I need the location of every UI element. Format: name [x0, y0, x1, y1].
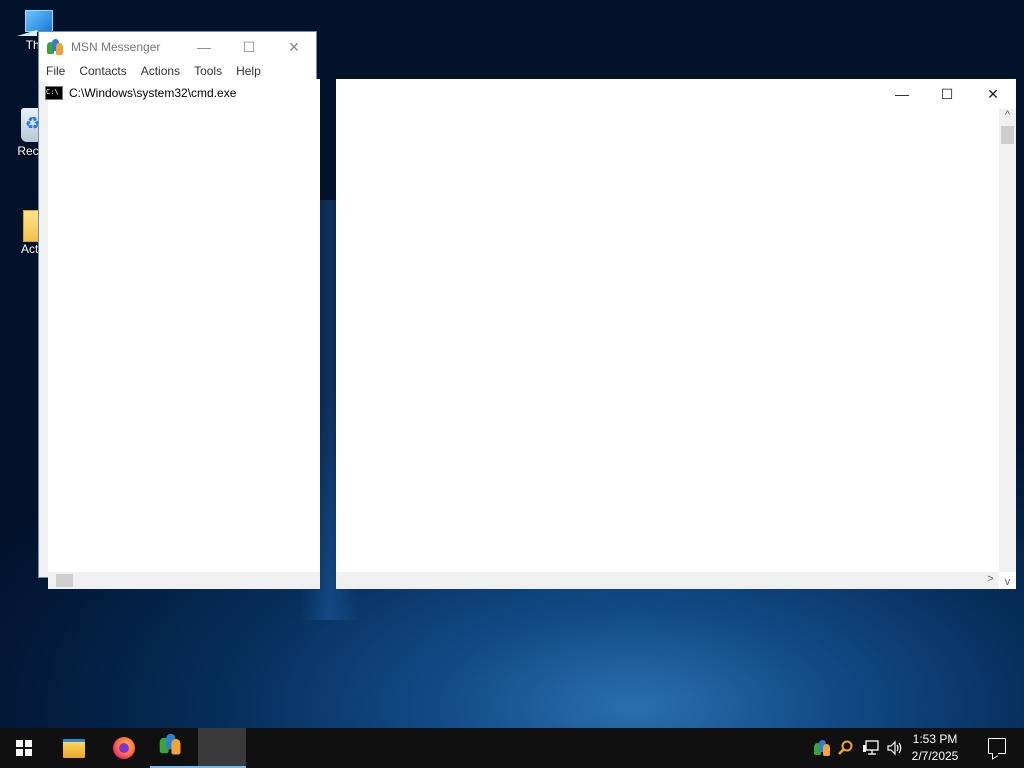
clock-date: 2/7/2025: [911, 749, 959, 763]
cmd-horizontal-scrollbar[interactable]: [48, 572, 320, 589]
vertical-scrollbar[interactable]: ^: [999, 109, 1016, 572]
windows-logo-icon: [16, 740, 32, 756]
minimize-button[interactable]: —: [879, 79, 925, 109]
taskbar-msn-messenger[interactable]: [150, 728, 198, 768]
close-button[interactable]: ✕: [970, 79, 1016, 109]
start-button[interactable]: [0, 728, 48, 768]
tray-msn-icon[interactable]: [814, 728, 830, 768]
msn-buddy-icon: [814, 740, 830, 756]
taskbar-file-explorer[interactable]: [50, 728, 98, 768]
taskbar: 1:53 PM 2/7/2025: [0, 728, 1024, 768]
window-title: C:\Windows\system32\cmd.exe: [69, 86, 237, 100]
notification-center-icon[interactable]: [988, 738, 1006, 754]
scrollbar-thumb[interactable]: [56, 574, 73, 587]
scrollbar-thumb[interactable]: [1001, 126, 1014, 144]
blank-window-titlebar[interactable]: — ☐ ✕: [336, 79, 1016, 109]
cmd-titlebar[interactable]: C:\ C:\Windows\system32\cmd.exe: [45, 79, 320, 107]
scroll-right-arrow[interactable]: >: [982, 573, 999, 585]
taskbar-cmd[interactable]: [198, 728, 246, 768]
tray-volume-icon[interactable]: [886, 728, 904, 768]
blank-window[interactable]: — ☐ ✕ ^ > v: [336, 79, 1016, 589]
file-explorer-icon: [63, 738, 85, 758]
clock-time: 1:53 PM: [912, 732, 958, 746]
taskbar-firefox[interactable]: [100, 728, 148, 768]
scroll-down-arrow[interactable]: v: [999, 576, 1016, 588]
close-button[interactable]: ✕: [271, 32, 317, 62]
cmd-window[interactable]: C:\ C:\Windows\system32\cmd.exe: [45, 79, 320, 589]
minimize-button[interactable]: —: [181, 32, 227, 62]
maximize-button[interactable]: ☐: [226, 32, 272, 62]
window-title: MSN Messenger: [71, 40, 161, 54]
horizontal-scrollbar[interactable]: >: [336, 572, 999, 589]
taskbar-clock[interactable]: 1:53 PM 2/7/2025: [906, 731, 964, 765]
msn-titlebar[interactable]: MSN Messenger — ☐ ✕: [39, 32, 316, 62]
tray-network-icon[interactable]: [862, 728, 880, 768]
scroll-up-arrow[interactable]: ^: [999, 109, 1016, 121]
cmd-icon: C:\: [45, 86, 63, 100]
tray-search-icon[interactable]: [838, 728, 854, 768]
msn-buddy-icon: [47, 39, 63, 55]
firefox-icon: [113, 737, 135, 759]
msn-buddy-icon: [159, 733, 189, 763]
maximize-button[interactable]: ☐: [924, 79, 970, 109]
